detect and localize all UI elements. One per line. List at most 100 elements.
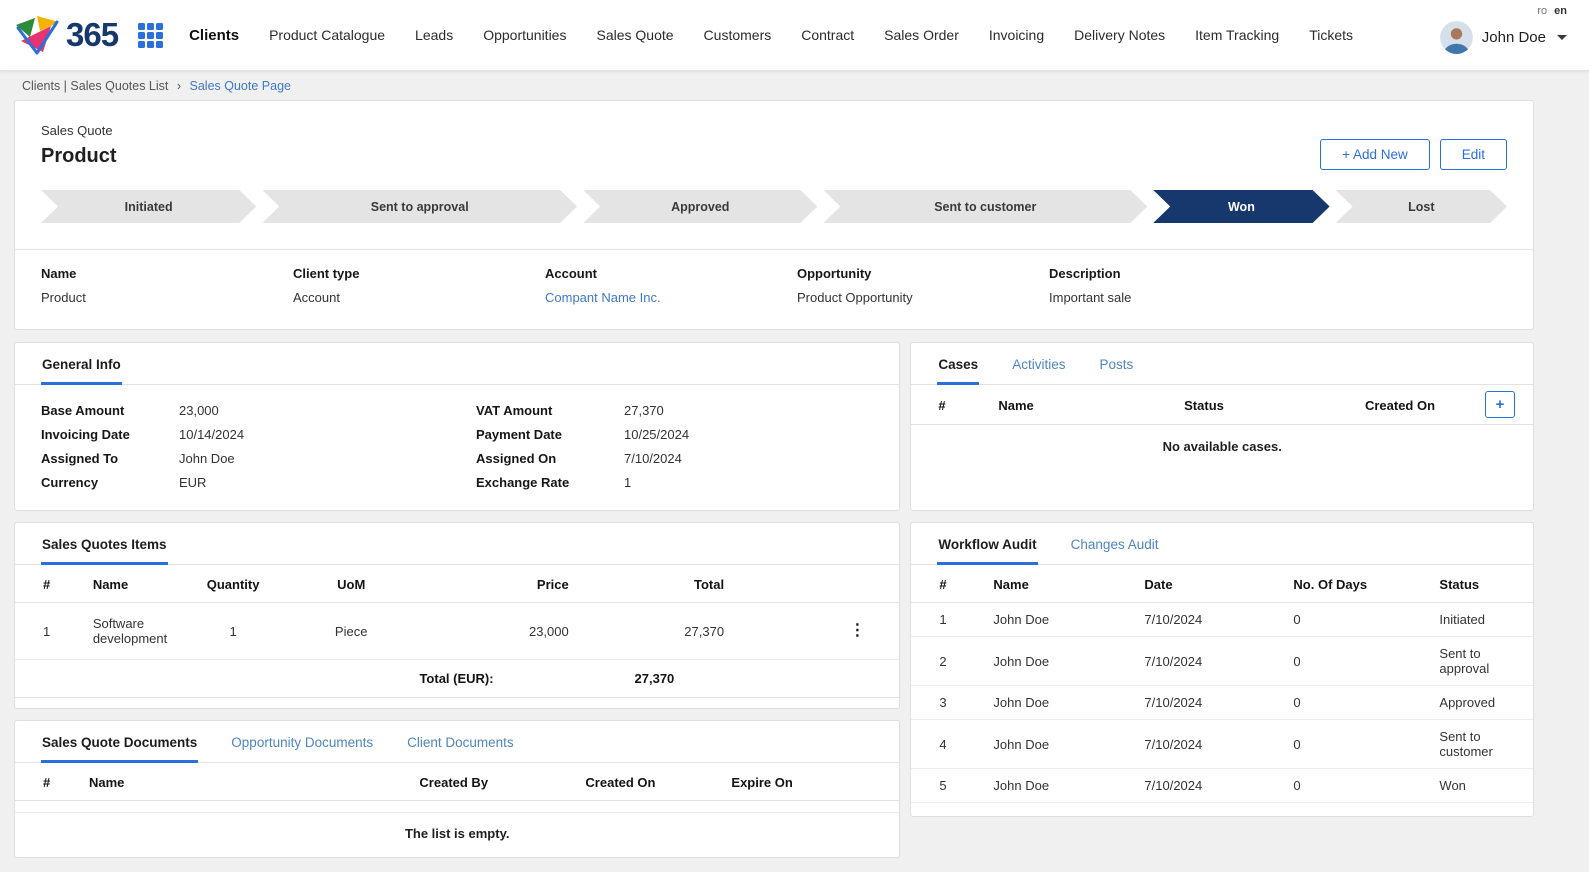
header-fields: Name Product Client type Account Account…	[41, 250, 1507, 329]
workflow-stage[interactable]: Lost	[1336, 190, 1507, 223]
cell-status: Sent to approval	[1431, 637, 1533, 686]
title-block: Sales Quote Product	[41, 115, 117, 168]
add-new-button[interactable]: + Add New	[1320, 139, 1430, 170]
documents-tab[interactable]: Client Documents	[406, 721, 515, 763]
nav-item[interactable]: Opportunities	[483, 27, 566, 43]
general-info-card: General Info Base Amount 23,000 VAT Amou…	[14, 342, 900, 511]
breadcrumb-separator: ›	[177, 79, 181, 93]
language-switcher: ro en	[1537, 0, 1567, 17]
right-column: Cases Activities Posts # Name Status Cre…	[910, 342, 1534, 817]
workflow-stage-bar: Initiated Sent to approval Approved Sent…	[41, 190, 1507, 223]
apps-grid-icon[interactable]	[138, 23, 163, 48]
field-value: 10/14/2024	[179, 427, 476, 442]
cell-price: 23,000	[411, 603, 576, 660]
nav-item[interactable]: Customers	[704, 27, 772, 43]
brand-logo-text: 365	[66, 16, 118, 54]
cell-num: 1	[911, 603, 985, 637]
cases-tab[interactable]: Activities	[1011, 343, 1066, 385]
language-link[interactable]: ro	[1537, 5, 1547, 17]
entity-type-label: Sales Quote	[41, 123, 117, 138]
workflow-stage[interactable]: Approved	[583, 190, 817, 223]
cell-days: 0	[1285, 637, 1431, 686]
nav-item[interactable]: Product Catalogue	[269, 27, 385, 43]
cell-date: 7/10/2024	[1136, 769, 1285, 803]
nav-item[interactable]: Leads	[415, 27, 453, 43]
nav-item[interactable]: Clients	[189, 27, 239, 44]
cases-empty-state: No available cases.	[911, 425, 1533, 504]
general-info-tabs: General Info	[15, 343, 899, 385]
header-top-row: Sales Quote Product + Add New Edit	[41, 115, 1507, 170]
column-header: Price	[411, 565, 576, 603]
field-value: 7/10/2024	[624, 451, 873, 466]
workflow-stage[interactable]: Sent to approval	[262, 190, 577, 223]
chevron-down-icon	[1557, 35, 1567, 40]
field-value: 1	[624, 475, 873, 490]
general-info-row: Currency EUR Exchange Rate 1	[41, 470, 873, 494]
cell-quantity: 1	[175, 603, 291, 660]
add-case-button[interactable]: +	[1485, 391, 1515, 418]
workflow-audit-card: Workflow Audit Changes Audit # Name Date…	[910, 522, 1534, 817]
workflow-stage[interactable]: Sent to customer	[823, 190, 1147, 223]
main-nav: Clients Product Catalogue Leads Opportun…	[189, 27, 1424, 44]
cases-tab[interactable]: Cases	[937, 343, 979, 385]
cell-num: 3	[911, 686, 985, 720]
sales-quotes-items-card: Sales Quotes Items # Name Quantity UoM P…	[14, 522, 900, 709]
field-label: Assigned On	[476, 451, 624, 466]
nav-item[interactable]: Invoicing	[989, 27, 1044, 43]
workflow-audit-row: 4 John Doe 7/10/2024 0 Sent to customer	[911, 720, 1533, 769]
nav-item[interactable]: Sales Order	[884, 27, 959, 43]
items-total-value: 27,370	[577, 660, 732, 698]
cell-days: 0	[1285, 769, 1431, 803]
field-label: VAT Amount	[476, 403, 624, 418]
column-header: #	[911, 385, 990, 425]
audit-tab[interactable]: Changes Audit	[1070, 523, 1160, 565]
nav-item[interactable]: Tickets	[1309, 27, 1353, 43]
cases-tab[interactable]: Posts	[1098, 343, 1134, 385]
nav-item[interactable]: Item Tracking	[1195, 27, 1279, 43]
tab-sales-quotes-items[interactable]: Sales Quotes Items	[41, 523, 168, 565]
column-header: No. Of Days	[1285, 565, 1431, 603]
column-header: Total	[577, 565, 732, 603]
documents-tab[interactable]: Sales Quote Documents	[41, 721, 198, 763]
breadcrumb-current[interactable]: Sales Quote Page	[190, 79, 291, 93]
user-menu[interactable]: John Doe	[1440, 21, 1567, 54]
audit-tab[interactable]: Workflow Audit	[937, 523, 1037, 565]
column-header: Quantity	[175, 565, 291, 603]
field-value[interactable]: Compant Name Inc.	[545, 290, 797, 305]
field-label: Name	[41, 266, 293, 281]
field-label: Base Amount	[41, 403, 179, 418]
brand-logo[interactable]: 365	[14, 15, 118, 55]
nav-item[interactable]: Sales Quote	[596, 27, 673, 43]
items-total-label: Total (EUR):	[411, 660, 576, 698]
tab-general-info[interactable]: General Info	[41, 343, 122, 385]
nav-item[interactable]: Delivery Notes	[1074, 27, 1165, 43]
items-table: # Name Quantity UoM Price Total	[15, 565, 899, 698]
cell-name: John Doe	[985, 720, 1136, 769]
edit-button[interactable]: Edit	[1440, 139, 1507, 170]
row-menu-icon[interactable]: ⋮	[845, 623, 869, 639]
column-header: Date	[1136, 565, 1285, 603]
cell-date: 7/10/2024	[1136, 637, 1285, 686]
column-header: Expire On	[723, 763, 899, 801]
field-label: Description	[1049, 266, 1301, 281]
field-value: Product	[41, 290, 293, 305]
column-header: Name	[985, 565, 1136, 603]
cell-status: Approved	[1431, 686, 1533, 720]
column-header: Status	[1176, 385, 1357, 425]
nav-item[interactable]: Contract	[801, 27, 854, 43]
cell-days: 0	[1285, 603, 1431, 637]
language-link[interactable]: en	[1554, 5, 1567, 17]
breadcrumb-trail[interactable]: Clients | Sales Quotes List	[22, 79, 168, 93]
items-table-header: # Name Quantity UoM Price Total	[15, 565, 899, 603]
cell-num: 1	[15, 603, 85, 660]
cell-name: John Doe	[985, 637, 1136, 686]
column-header: #	[15, 565, 85, 603]
workflow-stage[interactable]: Initiated	[41, 190, 256, 223]
workflow-audit-row: 5 John Doe 7/10/2024 0 Won	[911, 769, 1533, 803]
cases-tabs: Cases Activities Posts	[911, 343, 1533, 385]
documents-tab[interactable]: Opportunity Documents	[230, 721, 374, 763]
cell-status: Sent to customer	[1431, 720, 1533, 769]
workflow-stage[interactable]: Won	[1153, 190, 1329, 223]
column-header: Name	[85, 565, 175, 603]
general-info-row: Base Amount 23,000 VAT Amount 27,370	[41, 398, 873, 422]
